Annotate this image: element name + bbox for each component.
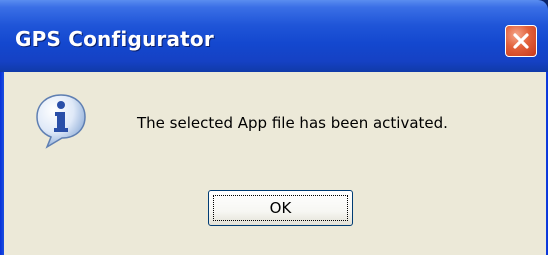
- message-text: The selected App file has been activated…: [137, 114, 448, 132]
- ok-button[interactable]: OK: [208, 190, 353, 226]
- title-bar[interactable]: GPS Configurator: [0, 0, 548, 72]
- close-button[interactable]: [505, 25, 537, 57]
- dialog-window: GPS Configurator The selected App file h…: [0, 0, 548, 255]
- close-icon: [513, 33, 529, 49]
- dialog-body: The selected App file has been activated…: [4, 72, 546, 255]
- ok-button-label: OK: [269, 199, 292, 217]
- information-icon: [36, 94, 86, 149]
- dialog-title: GPS Configurator: [15, 27, 214, 51]
